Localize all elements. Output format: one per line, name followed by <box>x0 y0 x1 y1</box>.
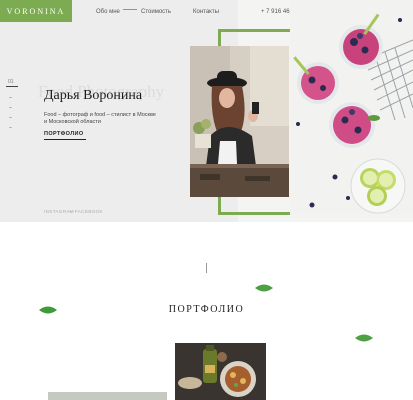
logo[interactable]: VORONINA <box>0 0 72 22</box>
decorative-leaf-icon <box>255 284 273 292</box>
hero-portrait-photo <box>190 46 289 197</box>
portfolio-item[interactable] <box>175 343 266 400</box>
portfolio-item[interactable] <box>48 392 167 400</box>
facebook-link[interactable]: FACEBOOK <box>75 209 103 214</box>
portfolio-link[interactable]: ПОРТФОЛИО <box>44 131 84 137</box>
portfolio-link-underline <box>44 139 86 140</box>
slide-indicator[interactable] <box>9 97 12 98</box>
nav-item-contacts[interactable]: Контакты <box>193 9 219 15</box>
logo-text: VORONINA <box>6 6 66 16</box>
section-divider <box>206 263 207 273</box>
slide-indicator-active[interactable] <box>6 86 18 87</box>
nav-item-about[interactable]: Обо мне <box>96 9 120 15</box>
nav-active-indicator <box>123 9 137 10</box>
decorative-leaf-icon <box>355 334 373 342</box>
hero-subtitle: Food – фотограф и food – стилист в Москв… <box>44 112 156 125</box>
hero-food-photo <box>290 0 413 215</box>
slide-indicator[interactable] <box>9 127 12 128</box>
slide-indicator[interactable] <box>9 107 12 108</box>
slide-indicator[interactable] <box>9 117 12 118</box>
portfolio-section-title: ПОРТФОЛИО <box>168 304 245 315</box>
nav-item-pricing[interactable]: Стоимость <box>141 9 171 15</box>
social-separator: — <box>68 209 73 214</box>
slide-number: 01 <box>8 79 14 85</box>
hero-title: Дарья Воронина <box>44 88 143 103</box>
